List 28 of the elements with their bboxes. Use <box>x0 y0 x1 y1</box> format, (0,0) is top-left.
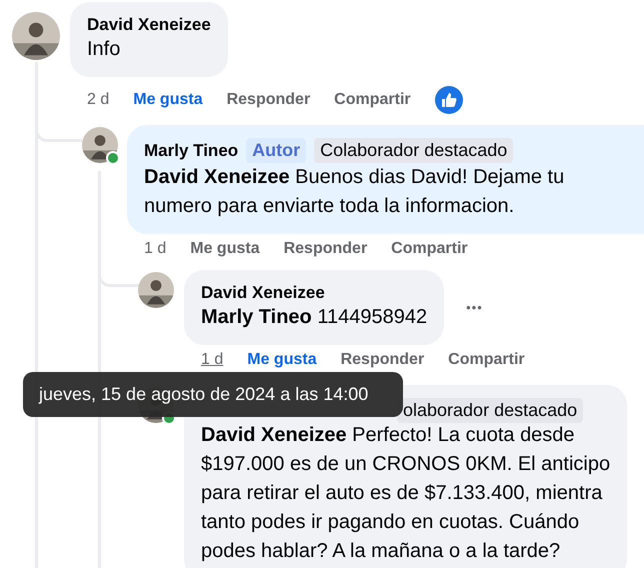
comment-action-link[interactable]: Compartir <box>448 351 525 369</box>
avatar[interactable] <box>82 127 118 163</box>
author-name[interactable]: David Xeneizee <box>201 283 325 303</box>
timestamp-link[interactable]: 2 d <box>87 91 110 109</box>
author-badge: Colaborador destacado <box>314 138 514 163</box>
comment-text: Marly Tineo 1144958942 <box>201 305 428 330</box>
comment-text: Info <box>87 37 122 62</box>
author-name[interactable]: David Xeneizee <box>87 15 211 35</box>
comment-text: David Xeneizee Perfecto! La cuota desde $197.000 es de un CRONOS 0KM. El anticipo para retirar el auto es de $7.133.400, mientra tanto podes ir pagando en cuotas. Cuándo podes hablar? A la mañana o a la tarde? <box>201 423 610 564</box>
comment-action-link[interactable]: Responder <box>340 351 424 369</box>
comment-action-link[interactable]: Compartir <box>334 91 411 109</box>
comment-action-link[interactable]: Compartir <box>391 240 468 258</box>
comment-action-link[interactable]: Me gusta <box>133 91 203 109</box>
comment-action-link[interactable]: Me gusta <box>247 351 317 369</box>
author-badge: olaborador destacado <box>397 398 584 423</box>
avatar[interactable] <box>138 272 174 308</box>
date-tooltip: jueves, 15 de agosto de 2024 a las 14:00 <box>23 372 403 417</box>
comment-action-link[interactable]: Responder <box>226 91 310 109</box>
comment-text: David Xeneizee Buenos dias David! Dejame tu numero para enviarte toda la informacion. <box>144 165 566 219</box>
thumbs-up-icon[interactable] <box>434 86 463 114</box>
author-name[interactable]: Marly Tineo <box>144 140 238 160</box>
timestamp-link[interactable]: 1 d <box>201 351 224 369</box>
comment-action-link[interactable]: Me gusta <box>190 240 260 258</box>
comment-action-link[interactable]: Responder <box>284 240 368 258</box>
more-options-button[interactable]: ••• <box>462 296 487 319</box>
timestamp-link[interactable]: 1 d <box>144 240 166 258</box>
author-badge: Autor <box>246 138 306 163</box>
avatar[interactable] <box>12 12 60 60</box>
